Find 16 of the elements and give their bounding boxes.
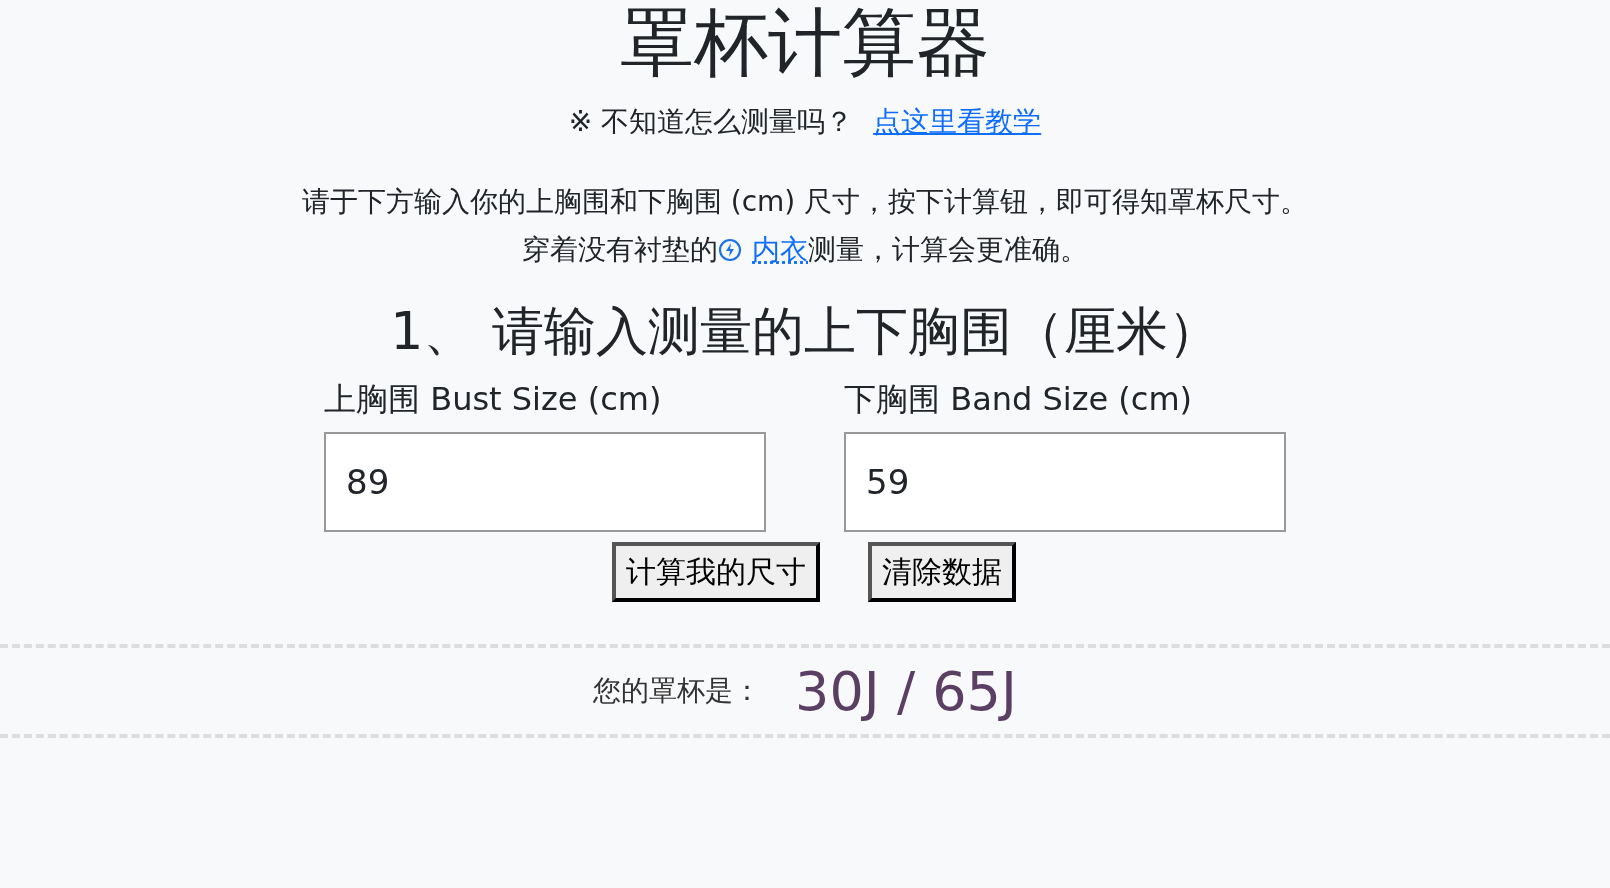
page-title: 罩杯计算器: [619, 0, 991, 84]
field-label: 下胸围 Band Size (cm): [844, 379, 1193, 420]
tutorial-prompt: ※ 不知道怎么测量吗？ 点这里看教学: [567, 104, 1043, 140]
lightning-icon: [718, 238, 742, 262]
tutorial-link[interactable]: 点这里看教学: [873, 105, 1042, 138]
note-text: 穿着没有衬垫的 内衣测量，计算会更准确。: [521, 232, 1089, 268]
result-label: 您的罩杯是：: [593, 673, 762, 709]
clear-button[interactable]: 清除数据: [868, 542, 1016, 602]
calculate-button[interactable]: 计算我的尺寸: [612, 542, 820, 602]
intro-text: 请于下方输入你的上胸围和下胸围 (cm) 尺寸，按下计算钮，即可得知罩杯尺寸。: [300, 184, 1310, 220]
input-field[interactable]: 59: [844, 432, 1286, 532]
field-label: 上胸围 Bust Size (cm): [324, 379, 662, 420]
input-field[interactable]: 89: [324, 432, 766, 532]
step-heading: 1、 请输入测量的上下胸围（厘米）: [389, 300, 1221, 363]
result-value: 30J / 65J: [795, 659, 1017, 723]
underwear-link[interactable]: 内衣: [752, 233, 808, 266]
